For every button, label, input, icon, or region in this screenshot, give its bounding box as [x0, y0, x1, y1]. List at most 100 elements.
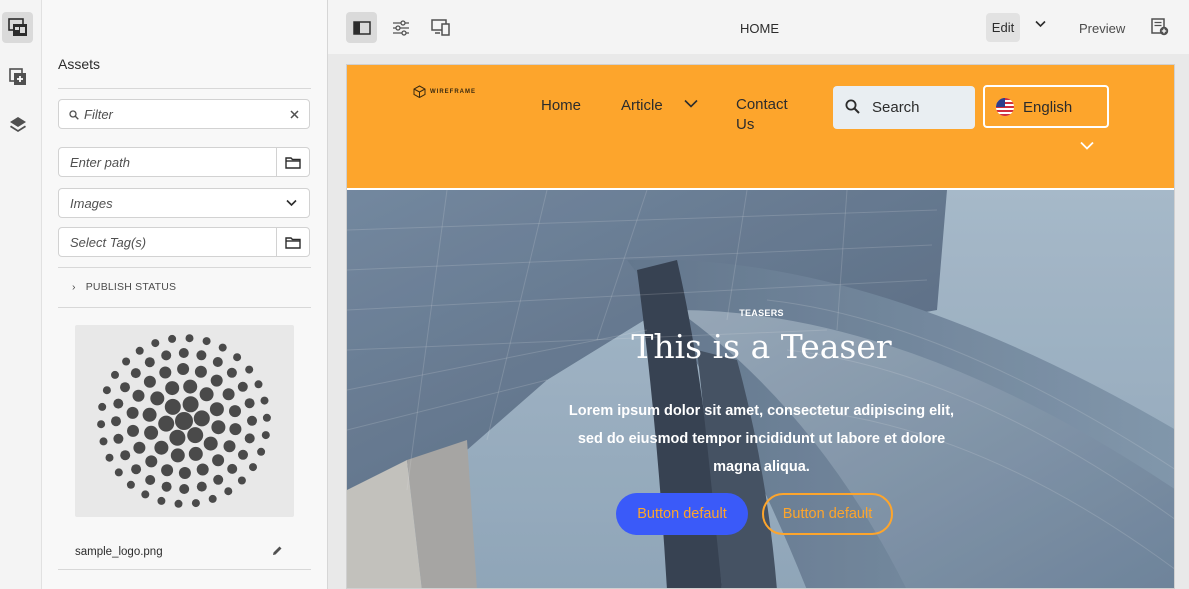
divider: [58, 88, 311, 89]
site-search[interactable]: Search: [833, 86, 975, 129]
divider: [58, 569, 311, 570]
logo-dot: [97, 420, 106, 429]
logo-dot: [127, 424, 139, 437]
logo-dot: [224, 487, 233, 496]
teaser-secondary-button[interactable]: Button default: [762, 493, 893, 535]
browse-path-button[interactable]: [276, 148, 309, 176]
side-panel-icon: [352, 20, 371, 35]
logo-dot: [218, 343, 227, 352]
layers-button[interactable]: [2, 109, 33, 140]
nav-article[interactable]: Article: [621, 97, 663, 114]
logo-dot: [211, 420, 226, 435]
logo-dot: [179, 484, 190, 494]
emulator-button[interactable]: [425, 12, 456, 43]
logo-dot: [237, 381, 248, 392]
logo-dot: [133, 441, 146, 454]
page-properties-button[interactable]: [385, 12, 416, 43]
preview-button[interactable]: Preview: [1079, 21, 1125, 36]
assets-panel-button[interactable]: [2, 12, 33, 43]
path-field[interactable]: Enter path: [58, 147, 310, 177]
logo-dot: [237, 476, 246, 485]
logo-dot: [145, 455, 158, 468]
logo-dot: [222, 388, 235, 401]
page-info-icon[interactable]: [1151, 18, 1169, 36]
logo-dot: [238, 449, 248, 460]
teaser-description: Lorem ipsum dolor sit amet, consectetur …: [568, 403, 955, 475]
logo-dot: [226, 367, 237, 378]
logo-dot: [154, 440, 169, 455]
assets-panel-icon: [7, 17, 27, 36]
logo-dot: [178, 467, 191, 479]
nav-contact[interactable]: Contact Us: [736, 95, 806, 135]
logo-dot: [233, 353, 242, 362]
side-rail: [0, 0, 42, 589]
asset-type-select[interactable]: Images: [58, 188, 310, 218]
filter-placeholder: Filter: [84, 107, 113, 122]
logo-dot: [208, 494, 217, 503]
asset-name: sample_logo.png: [75, 546, 163, 558]
chevron-down-icon[interactable]: [1080, 141, 1094, 150]
logo-dot: [144, 357, 155, 368]
chevron-down-icon[interactable]: [684, 99, 698, 108]
page-preview[interactable]: WIREFRAME Home Article Contact Us Search: [346, 64, 1175, 589]
clear-icon[interactable]: [290, 110, 299, 119]
logo-dot: [185, 334, 194, 343]
logo-dot: [261, 431, 270, 440]
logo-dot: [98, 402, 107, 411]
logo-dot: [132, 389, 145, 402]
search-icon: [69, 110, 79, 120]
us-flag-icon: [996, 98, 1014, 116]
toggle-side-panel-button[interactable]: [346, 12, 377, 43]
logo-dot: [105, 453, 114, 462]
logo-dot: [182, 396, 199, 413]
logo-dot: [210, 374, 223, 387]
logo-dot: [120, 450, 131, 461]
logo-dot: [122, 357, 131, 366]
tags-field[interactable]: Select Tag(s): [58, 227, 310, 257]
logo-dot: [130, 368, 141, 379]
logo-dot: [113, 398, 124, 409]
nav-home[interactable]: Home: [541, 97, 581, 114]
logo-dot: [174, 499, 183, 508]
language-selector[interactable]: English: [983, 85, 1109, 128]
edit-mode-button[interactable]: Edit: [986, 13, 1020, 42]
folder-icon: [285, 236, 301, 249]
chevron-right-icon: ›: [72, 281, 76, 293]
chevron-down-icon: [286, 199, 297, 207]
logo-dot: [247, 415, 257, 426]
filter-field[interactable]: Filter: [58, 99, 310, 129]
logo-dot: [150, 391, 165, 406]
logo-dot: [111, 416, 121, 427]
logo-dot: [161, 350, 172, 361]
logo-dot: [135, 346, 144, 355]
logo-dot: [151, 339, 160, 348]
logo-dot: [209, 402, 224, 417]
publish-status-toggle[interactable]: › PUBLISH STATUS: [72, 281, 176, 293]
site-header: WIREFRAME Home Article Contact Us Search: [347, 65, 1174, 190]
logo-dot: [262, 413, 271, 422]
logo-dot: [126, 480, 135, 489]
logo-dot: [157, 496, 166, 505]
site-logo[interactable]: WIREFRAME: [413, 85, 476, 98]
logo-dot: [203, 436, 218, 451]
logo-dot: [142, 407, 157, 422]
logo-dot: [196, 463, 209, 476]
asset-thumbnail[interactable]: [75, 325, 294, 517]
publish-status-label: PUBLISH STATUS: [85, 281, 177, 293]
chevron-down-icon[interactable]: [1035, 20, 1046, 28]
logo-dot: [199, 387, 214, 402]
edit-pencil-icon[interactable]: [272, 545, 283, 556]
logo-dot: [245, 365, 254, 374]
browse-tags-button[interactable]: [276, 228, 309, 256]
assets-panel: Assets Filter Enter path Images Select T…: [42, 0, 328, 589]
panel-title: Assets: [58, 56, 101, 72]
logo-dot: [144, 425, 159, 440]
teaser-label: TEASERS: [739, 308, 784, 318]
teaser-primary-button[interactable]: Button default: [616, 493, 748, 535]
teaser: TEASERS This is a Teaser Lorem ipsum dol…: [347, 190, 1174, 588]
components-button[interactable]: [2, 61, 33, 92]
language-label: English: [1023, 99, 1073, 116]
logo-dot: [143, 375, 156, 388]
components-icon: [8, 67, 26, 85]
path-placeholder: Enter path: [70, 155, 130, 170]
